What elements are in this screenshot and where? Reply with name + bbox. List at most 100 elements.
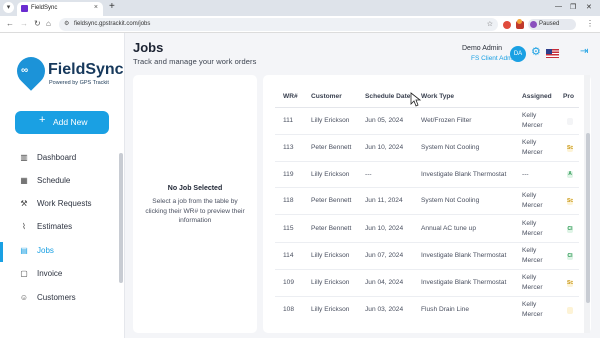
close-window-icon[interactable]: ✕: [586, 3, 592, 11]
user-name: Demo Admin: [462, 45, 503, 52]
table-row[interactable]: 114 Lilly Erickson Jun 07, 2024 Investig…: [263, 243, 591, 270]
table-row[interactable]: 113 Peter Bennett Jun 10, 2024 System No…: [263, 135, 591, 162]
cell-assigned: Kelly Mercer: [522, 247, 543, 264]
column-header-assigned[interactable]: Assigned: [522, 93, 552, 100]
status-badge: Sc: [567, 198, 574, 205]
cell-customer: Peter Bennett: [311, 225, 352, 232]
calendar-icon: ▦: [20, 176, 28, 185]
url-text[interactable]: fieldsync.gpstrackit.com/jobs: [74, 21, 150, 27]
brand-name: FieldSync: [48, 61, 124, 78]
sidebar-item-invoice[interactable]: ▢ Invoice: [0, 265, 118, 285]
sidebar-item-work-requests[interactable]: ⚒ Work Requests: [0, 195, 118, 215]
status-badge: A: [567, 171, 573, 178]
browser-tab[interactable]: FieldSync ×: [17, 2, 103, 16]
sidebar-item-customers[interactable]: ☺ Customers: [0, 289, 118, 309]
app-root: ∞ FieldSync Powered by GPS Trackit + Add…: [0, 33, 600, 338]
cell-customer: Lilly Erickson: [311, 306, 350, 313]
extension-icon[interactable]: [503, 21, 511, 29]
logout-icon[interactable]: ⇥: [580, 47, 588, 57]
status-badge: Sc: [567, 280, 574, 287]
cell-work-type: Investigate Blank Thermostat: [421, 279, 507, 286]
cell-work-type: System Not Cooling: [421, 144, 480, 151]
fieldsync-logo-icon: [11, 51, 51, 91]
table-row[interactable]: 109 Lilly Erickson Jun 04, 2024 Investig…: [263, 270, 591, 297]
plus-icon: +: [39, 114, 46, 126]
brand-tagline: Powered by GPS Trackit: [49, 80, 109, 86]
sidebar-item-jobs[interactable]: ▤ Jobs: [0, 242, 118, 262]
cell-wr[interactable]: 113: [283, 144, 294, 151]
profile-avatar: [530, 21, 537, 28]
sidebar-item-label: Dashboard: [37, 153, 77, 162]
table-row[interactable]: 111 Lilly Erickson Jun 05, 2024 Wet/Froz…: [263, 108, 591, 135]
cell-assigned: Kelly Mercer: [522, 112, 543, 129]
mouse-cursor-icon: [410, 92, 422, 107]
status-badge: Cl: [567, 253, 573, 260]
status-badge: Sc: [567, 145, 574, 152]
cell-work-type: System Not Cooling: [421, 197, 480, 204]
us-flag-icon[interactable]: [546, 49, 559, 58]
sidebar-item-label: Estimates: [37, 222, 73, 231]
cell-wr[interactable]: 108: [283, 306, 294, 313]
add-new-button[interactable]: + Add New: [15, 111, 109, 134]
table-row[interactable]: 108 Lilly Erickson Jun 03, 2024 Flush Dr…: [263, 297, 591, 323]
status-badge: Cl: [567, 226, 573, 233]
tab-search-button[interactable]: ▾: [3, 2, 14, 13]
cell-date: Jun 05, 2024: [365, 117, 404, 124]
profile-button[interactable]: Paused: [528, 19, 576, 30]
restore-icon[interactable]: ❐: [570, 3, 576, 11]
sidebar-item-label: Customers: [37, 293, 76, 302]
paperclip-icon: ⌇: [22, 222, 26, 231]
status-badge: [567, 307, 573, 314]
sidebar-item-label: Schedule: [37, 176, 71, 185]
column-header-work-type[interactable]: Work Type: [421, 93, 454, 100]
sidebar-item-label: Work Requests: [37, 199, 92, 208]
new-tab-button[interactable]: +: [109, 2, 115, 12]
cell-wr[interactable]: 118: [283, 197, 294, 204]
browser-tab-bar: ▾ FieldSync × + — ❐ ✕: [0, 0, 600, 16]
table-row[interactable]: 118 Peter Bennett Jun 11, 2024 System No…: [263, 188, 591, 215]
sidebar-item-label: Jobs: [37, 246, 54, 255]
job-preview-panel: No Job Selected Select a job from the ta…: [133, 75, 257, 333]
sidebar-item-estimates[interactable]: ⌇ Estimates: [0, 218, 118, 238]
cell-wr[interactable]: 119: [283, 171, 294, 178]
fieldsync-favicon-icon: [21, 5, 28, 12]
table-scrollbar-thumb[interactable]: [586, 133, 590, 303]
cell-customer: Peter Bennett: [311, 197, 352, 204]
forward-icon[interactable]: →: [20, 19, 28, 28]
bookmark-star-icon[interactable]: ☆: [487, 20, 493, 28]
cell-assigned: Kelly Mercer: [522, 301, 543, 318]
cell-assigned: Kelly Mercer: [522, 192, 543, 209]
cell-date: Jun 10, 2024: [365, 225, 404, 232]
reload-icon[interactable]: ↻: [34, 19, 41, 28]
column-header-progress[interactable]: Pro: [563, 93, 574, 100]
gear-icon[interactable]: ⚙: [531, 47, 541, 58]
cell-wr[interactable]: 111: [283, 117, 293, 124]
cell-date: Jun 10, 2024: [365, 144, 404, 151]
cell-work-type: Annual AC tune up: [421, 225, 476, 232]
sidebar: ∞ FieldSync Powered by GPS Trackit + Add…: [0, 33, 125, 338]
sidebar-scrollbar[interactable]: [119, 153, 123, 283]
column-header-schedule-date[interactable]: Schedule Date: [365, 93, 410, 100]
cell-wr[interactable]: 114: [283, 252, 294, 259]
cell-work-type: Wet/Frozen Filter: [421, 117, 472, 124]
table-row[interactable]: 119 Lilly Erickson --- Investigate Blank…: [263, 162, 591, 188]
address-bar[interactable]: ⚙ fieldsync.gpstrackit.com/jobs ☆: [59, 18, 498, 31]
sidebar-item-dashboard[interactable]: ▥ Dashboard: [0, 149, 118, 169]
table-row[interactable]: 115 Peter Bennett Jun 10, 2024 Annual AC…: [263, 215, 591, 243]
cell-wr[interactable]: 115: [283, 225, 294, 232]
cell-assigned: Kelly Mercer: [522, 139, 543, 156]
minimize-icon[interactable]: —: [555, 3, 562, 10]
back-icon[interactable]: ←: [6, 19, 14, 28]
home-icon[interactable]: ⌂: [46, 19, 51, 28]
cell-wr[interactable]: 109: [283, 279, 294, 286]
close-tab-icon[interactable]: ×: [94, 4, 98, 11]
site-info-icon[interactable]: ⚙: [64, 20, 69, 27]
column-header-customer[interactable]: Customer: [311, 93, 342, 100]
browser-menu-icon[interactable]: ⋮: [586, 19, 594, 28]
cell-date: ---: [365, 171, 372, 178]
cell-work-type: Flush Drain Line: [421, 306, 470, 313]
cell-date: Jun 07, 2024: [365, 252, 404, 259]
column-header-wr[interactable]: WR#: [283, 93, 298, 100]
avatar[interactable]: DA: [510, 46, 526, 62]
sidebar-item-schedule[interactable]: ▦ Schedule: [0, 172, 118, 192]
